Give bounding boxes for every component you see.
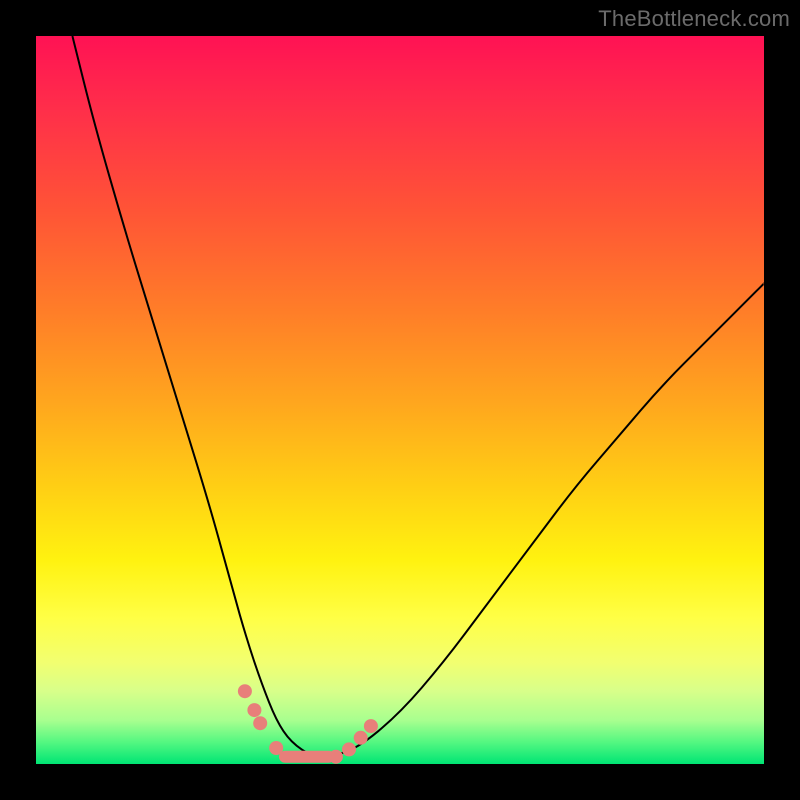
chart-frame: TheBottleneck.com: [0, 0, 800, 800]
gradient-plot-area: [36, 36, 764, 764]
marker-layer: [238, 684, 378, 764]
curve-marker-dot: [253, 716, 267, 730]
curve-marker-dot: [238, 684, 252, 698]
bottleneck-curve: [72, 36, 764, 757]
watermark-text: TheBottleneck.com: [598, 6, 790, 32]
curve-marker-dot: [342, 742, 356, 756]
curve-marker-dot: [247, 703, 261, 717]
curve-marker-dot: [354, 731, 368, 745]
curve-marker-dot: [364, 719, 378, 733]
curve-svg: [36, 36, 764, 764]
